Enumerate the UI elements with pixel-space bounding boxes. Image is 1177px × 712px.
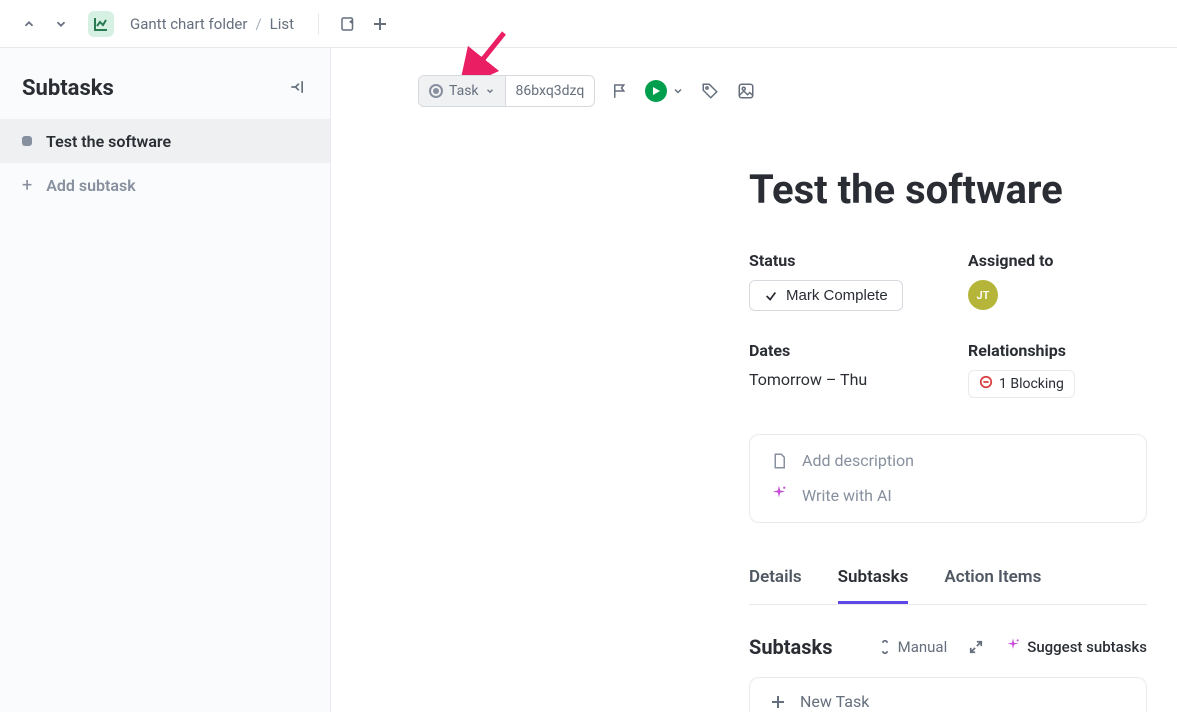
write-with-ai-button[interactable]: Write with AI xyxy=(770,484,1126,506)
sort-button[interactable]: Manual xyxy=(878,638,948,656)
breadcrumb-list[interactable]: List xyxy=(270,15,294,33)
flag-icon[interactable] xyxy=(609,80,631,102)
description-box: Add description Write with AI xyxy=(749,434,1147,523)
tab-details[interactable]: Details xyxy=(749,567,802,604)
status-field: Status Mark Complete xyxy=(749,251,928,311)
topbar-divider xyxy=(318,13,319,35)
status-label: Status xyxy=(749,251,928,270)
mark-complete-button[interactable]: Mark Complete xyxy=(749,280,903,311)
folder-chart-icon[interactable] xyxy=(88,11,114,37)
write-with-ai-label: Write with AI xyxy=(802,486,892,505)
tab-action-items[interactable]: Action Items xyxy=(944,567,1041,604)
mark-complete-label: Mark Complete xyxy=(786,287,888,304)
sidebar: Subtasks Test the software + Add subtask xyxy=(0,48,331,712)
breadcrumb: Gantt chart folder / List xyxy=(130,15,294,33)
dates-value[interactable]: Tomorrow – Thu xyxy=(749,370,928,389)
task-title[interactable]: Test the software xyxy=(749,166,1147,213)
ai-sparkle-icon xyxy=(770,484,788,506)
expand-icon xyxy=(969,640,983,654)
status-dot-icon xyxy=(22,136,32,146)
add-description-label: Add description xyxy=(802,451,914,470)
add-icon[interactable] xyxy=(369,13,391,35)
ai-sparkle-icon xyxy=(1005,637,1021,657)
dates-label: Dates xyxy=(749,341,928,360)
nav-back-icon[interactable] xyxy=(18,13,40,35)
assignee-avatar[interactable]: JT xyxy=(968,280,998,310)
play-timer-button[interactable] xyxy=(645,80,667,102)
share-icon[interactable] xyxy=(337,13,359,35)
relationships-field: Relationships 1 Blocking xyxy=(968,341,1147,398)
new-task-label: New Task xyxy=(800,692,869,711)
assigned-field: Assigned to JT xyxy=(968,251,1147,311)
sidebar-item-label: Test the software xyxy=(46,132,171,151)
plus-icon: + xyxy=(22,175,32,196)
suggest-subtasks-label: Suggest subtasks xyxy=(1027,638,1147,656)
assigned-label: Assigned to xyxy=(968,251,1147,270)
image-icon[interactable] xyxy=(735,80,757,102)
relationships-label: Relationships xyxy=(968,341,1147,360)
blocking-chip[interactable]: 1 Blocking xyxy=(968,370,1075,398)
plus-icon xyxy=(770,694,786,710)
task-type-label: Task xyxy=(449,83,479,99)
suggest-subtasks-button[interactable]: Suggest subtasks xyxy=(1005,637,1147,657)
add-subtask-button[interactable]: + Add subtask xyxy=(0,163,330,207)
task-type-selector: Task 86bxq3dzq xyxy=(418,75,595,107)
expand-button[interactable] xyxy=(969,640,983,654)
sort-icon xyxy=(878,640,892,654)
blocking-text: 1 Blocking xyxy=(999,376,1064,392)
check-icon xyxy=(764,289,778,303)
tag-icon[interactable] xyxy=(699,80,721,102)
nav-forward-icon[interactable] xyxy=(50,13,72,35)
chevron-down-icon xyxy=(485,86,495,96)
dates-field: Dates Tomorrow – Thu xyxy=(749,341,928,398)
sidebar-item-test-software[interactable]: Test the software xyxy=(0,119,330,163)
add-subtask-label: Add subtask xyxy=(46,176,135,195)
add-description-button[interactable]: Add description xyxy=(770,451,1126,470)
task-toolbar: Task 86bxq3dzq xyxy=(331,75,757,107)
task-id[interactable]: 86bxq3dzq xyxy=(506,76,595,106)
task-status-circle-icon xyxy=(429,84,443,98)
breadcrumb-folder[interactable]: Gantt chart folder xyxy=(130,15,247,33)
breadcrumb-separator: / xyxy=(255,15,261,33)
sort-label: Manual xyxy=(898,638,948,656)
top-bar: Gantt chart folder / List xyxy=(0,0,1177,48)
document-icon xyxy=(770,452,788,470)
task-type-button[interactable]: Task xyxy=(419,76,506,106)
blocking-icon xyxy=(979,375,993,393)
task-tabs: Details Subtasks Action Items xyxy=(749,567,1147,605)
subtasks-heading: Subtasks xyxy=(749,635,832,659)
tab-subtasks[interactable]: Subtasks xyxy=(838,567,909,604)
timer-chevron-icon[interactable] xyxy=(671,80,685,102)
new-task-button[interactable]: New Task xyxy=(749,677,1147,712)
